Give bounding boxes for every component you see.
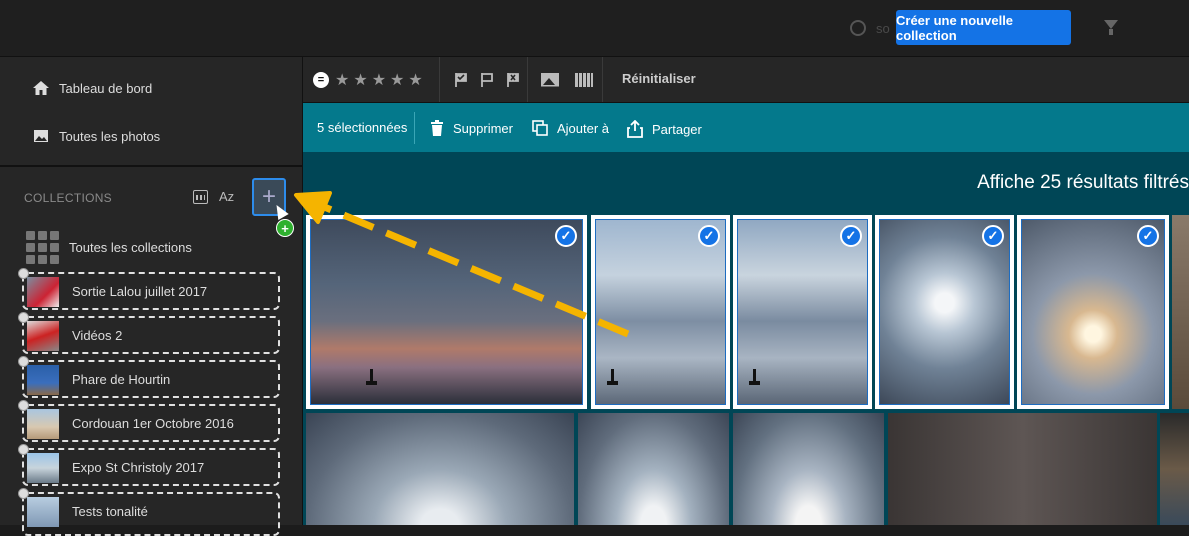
home-icon <box>33 81 49 95</box>
all-collections-item[interactable]: Toutes les collections <box>26 231 296 265</box>
photo-image <box>578 413 729 525</box>
collection-item[interactable]: Vidéos 2 <box>18 312 280 354</box>
star-icon[interactable]: ★ <box>353 70 367 90</box>
flag-picked-icon[interactable] <box>453 72 469 88</box>
add-to-button[interactable]: Ajouter à <box>532 120 609 136</box>
video-filter-icon[interactable] <box>575 72 593 87</box>
collection-item[interactable]: Sortie Lalou juillet 2017 <box>18 268 280 310</box>
add-to-collection-icon <box>532 120 548 136</box>
collection-label: Vidéos 2 <box>72 328 123 343</box>
selection-bar: 5 sélectionnées Supprimer Ajouter à Part… <box>303 103 1189 152</box>
create-collection-button[interactable]: Créer une nouvelle collection <box>896 10 1071 45</box>
sailboat-silhouette <box>607 369 618 385</box>
collection-label: Sortie Lalou juillet 2017 <box>72 284 208 299</box>
photo-image <box>1021 219 1165 405</box>
nav-all-photos-label: Toutes les photos <box>59 128 161 144</box>
rating-filter: = ★ ★ ★ ★ ★ <box>303 57 440 102</box>
sailboat-silhouette <box>366 369 377 385</box>
collection-label: Expo St Christoly 2017 <box>72 460 205 475</box>
photo-thumbnail[interactable]: ✓ <box>875 215 1014 409</box>
selected-check-icon[interactable]: ✓ <box>840 225 862 247</box>
collection-thumbnail <box>27 277 59 307</box>
calendar-sort-icon[interactable] <box>193 190 208 204</box>
photo-image <box>1172 215 1189 409</box>
collections-header: COLLECTIONS <box>24 191 112 205</box>
photo-thumbnail[interactable] <box>306 413 574 525</box>
sailboat-silhouette <box>749 369 760 385</box>
add-to-label: Ajouter à <box>557 120 610 136</box>
photo-grid: Affiche 25 résultats filtrés ✓ ✓ ✓ ✓ ✓ <box>303 152 1189 525</box>
share-icon <box>627 120 643 138</box>
photo-thumbnail[interactable]: ✓ <box>733 215 872 409</box>
trash-icon <box>431 120 443 136</box>
sort-az-button[interactable]: Az <box>219 189 234 204</box>
star-icon[interactable]: ★ <box>335 70 349 90</box>
photo-thumbnail[interactable]: ✓ <box>306 215 587 409</box>
reset-filters-button[interactable]: Réinitialiser <box>622 71 696 86</box>
media-type-filter <box>529 57 603 102</box>
flag-filter <box>440 57 528 102</box>
collection-thumbnail <box>27 365 59 395</box>
top-bar: so Créer une nouvelle collection <box>0 0 1189 57</box>
collection-thumbnail <box>27 453 59 483</box>
photo-image <box>888 413 1157 525</box>
collection-label: Cordouan 1er Octobre 2016 <box>72 416 234 431</box>
delete-button[interactable]: Supprimer <box>430 120 513 136</box>
photo-thumbnail[interactable] <box>888 413 1157 525</box>
collection-thumbnail <box>27 321 59 351</box>
star-icon[interactable]: ★ <box>390 70 404 90</box>
delete-label: Supprimer <box>453 120 513 136</box>
photo-image <box>310 219 583 405</box>
photo-image <box>879 219 1010 405</box>
share-label: Partager <box>652 121 702 137</box>
photo-image <box>595 219 726 405</box>
share-button[interactable]: Partager <box>627 120 702 138</box>
search-input[interactable]: so <box>876 21 890 36</box>
photo-image <box>733 413 884 525</box>
photo-thumbnail[interactable]: ✓ <box>591 215 730 409</box>
nav-dashboard-label: Tableau de bord <box>59 80 153 96</box>
results-count: Affiche 25 résultats filtrés <box>977 172 1189 193</box>
nav-all-photos[interactable]: Toutes les photos <box>0 116 300 156</box>
collection-thumbnail <box>27 497 59 527</box>
collection-item[interactable]: Expo St Christoly 2017 <box>18 444 280 486</box>
photo-thumbnail[interactable] <box>1160 413 1189 525</box>
sidebar: Tableau de bord Toutes les photos COLLEC… <box>0 57 303 536</box>
grid-icon <box>26 231 59 264</box>
image-filter-icon[interactable] <box>541 72 559 87</box>
search-field[interactable]: so <box>850 18 892 40</box>
flag-unflagged-icon[interactable] <box>479 72 495 88</box>
flag-rejected-icon[interactable] <box>505 72 521 88</box>
collection-label: Tests tonalité <box>72 504 148 519</box>
filter-icon[interactable] <box>1104 20 1118 35</box>
collection-item[interactable]: Phare de Hourtin <box>18 356 280 398</box>
photo-thumbnail[interactable] <box>578 413 729 525</box>
collection-label: Phare de Hourtin <box>72 372 171 387</box>
filter-toolbar: = ★ ★ ★ ★ ★ Réinitialiser <box>303 57 1189 103</box>
photo-image <box>306 413 574 525</box>
all-collections-label: Toutes les collections <box>69 240 192 255</box>
divider <box>414 112 415 144</box>
star-icon[interactable]: ★ <box>408 70 422 90</box>
photo-thumbnail[interactable]: ✓ <box>1017 215 1169 409</box>
star-icon[interactable]: ★ <box>372 70 386 90</box>
selected-check-icon[interactable]: ✓ <box>982 225 1004 247</box>
selected-check-icon[interactable]: ✓ <box>1137 225 1159 247</box>
collection-item[interactable]: Tests tonalité <box>18 488 280 536</box>
photo-icon <box>34 130 48 142</box>
collection-item[interactable]: Cordouan 1er Octobre 2016 <box>18 400 280 442</box>
search-icon <box>850 20 866 36</box>
selected-check-icon[interactable]: ✓ <box>698 225 720 247</box>
collection-thumbnail <box>27 409 59 439</box>
rating-operator-button[interactable]: = <box>313 71 329 88</box>
selected-check-icon[interactable]: ✓ <box>555 225 577 247</box>
divider <box>0 165 302 167</box>
photo-thumbnail[interactable] <box>733 413 884 525</box>
photo-thumbnail[interactable] <box>1172 215 1189 409</box>
photo-image <box>737 219 868 405</box>
photo-image <box>1160 413 1189 525</box>
selection-count: 5 sélectionnées <box>317 120 408 135</box>
nav-dashboard[interactable]: Tableau de bord <box>0 68 300 108</box>
